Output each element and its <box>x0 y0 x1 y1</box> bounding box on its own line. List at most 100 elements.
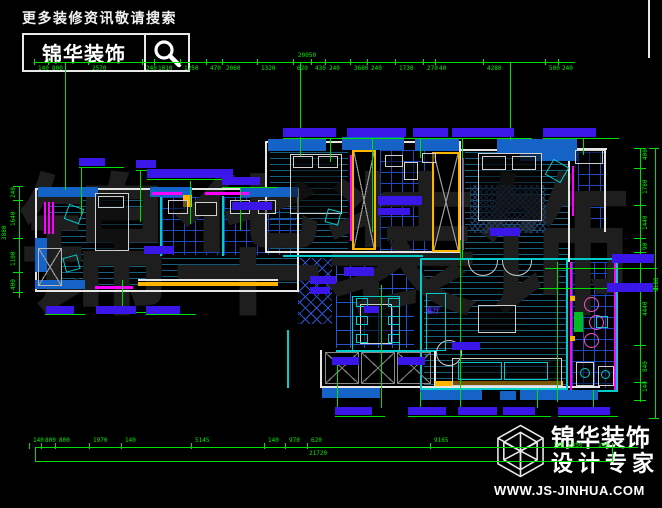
label-bar <box>344 267 374 276</box>
dimension-label: 1100 <box>10 252 17 266</box>
dimension-label: 500 <box>549 65 560 72</box>
green-dimension-line <box>330 139 331 162</box>
dimension-tick <box>222 59 223 65</box>
green-dimension-line <box>408 416 463 417</box>
dimension-label: 9165 <box>434 437 448 444</box>
dimension-label: 9180 <box>653 278 660 292</box>
label-bar <box>398 357 425 365</box>
wall-line-cyan <box>287 330 289 388</box>
dimension-label: 3680 <box>354 65 368 72</box>
green-dimension-line <box>381 285 382 408</box>
dimension-label: 1010 <box>158 65 172 72</box>
green-dimension-line <box>140 171 141 222</box>
dimension-label: 1780 <box>642 180 649 194</box>
magnifier-icon <box>146 38 188 68</box>
dimension-label: 800 <box>45 437 56 444</box>
dimension-tick <box>307 443 308 449</box>
green-dimension-line <box>283 138 353 139</box>
dimension-tick <box>634 252 646 253</box>
furniture-outline-cyan <box>388 316 400 325</box>
wall-line <box>138 279 278 281</box>
wall-fill <box>520 390 598 400</box>
green-dimension-line <box>640 148 641 402</box>
dimension-label: 140 <box>642 381 649 392</box>
wall-line <box>648 0 650 58</box>
dimension-tick <box>257 59 258 65</box>
label-bar <box>147 169 233 178</box>
dimension-label: 240 <box>329 65 340 72</box>
dimension-label: 2060 <box>226 65 240 72</box>
label-bar <box>222 177 260 185</box>
wall-fill <box>268 139 326 151</box>
label-bar <box>283 128 336 137</box>
dimension-tick <box>649 148 659 149</box>
label-bar <box>452 342 480 350</box>
wall-line-cyan <box>570 258 618 260</box>
wall-line-cyan <box>283 255 423 257</box>
green-dimension-line <box>146 314 196 315</box>
dimension-tick <box>395 59 396 65</box>
furniture-outline-cyan <box>388 334 400 343</box>
wall-fill <box>500 391 516 400</box>
green-dimension-line <box>583 139 584 155</box>
furniture-outline <box>422 153 436 163</box>
dimension-label: 970 <box>289 437 300 444</box>
dimension-tick <box>191 443 192 449</box>
wardrobe-x <box>38 248 62 286</box>
green-dimension-line <box>79 167 124 168</box>
dimension-tick <box>121 443 122 449</box>
green-dimension-line <box>300 63 301 156</box>
green-dimension-line <box>612 443 613 462</box>
dimension-label: 5145 <box>195 437 209 444</box>
green-dimension-line <box>19 186 20 298</box>
dimension-label: 270 <box>427 65 438 72</box>
green-dimension-line <box>420 392 421 408</box>
wall-line <box>265 141 267 253</box>
dimension-tick <box>293 59 294 65</box>
furniture-outline-cyan <box>458 362 502 380</box>
dimension-label: 1640 <box>10 212 17 226</box>
dimension-tick <box>88 59 89 65</box>
green-dimension-line <box>537 390 538 408</box>
search-tagline: 更多装修资讯敬请搜索 <box>22 8 190 28</box>
label-bar <box>378 196 422 205</box>
green-dimension-line <box>222 187 278 188</box>
wall-line <box>604 150 606 232</box>
balcony-chair <box>584 333 599 348</box>
magenta-accent <box>205 192 249 195</box>
dimension-label: 140 <box>268 437 279 444</box>
green-dimension-line <box>420 139 421 158</box>
label-bar <box>503 407 535 415</box>
dimension-label: 400 <box>10 279 17 290</box>
furniture-outline-cyan <box>426 293 446 351</box>
footer-logo-block: 锦华装饰 设计专家 WWW.JS-JINHUA.COM <box>494 422 659 498</box>
label-bar <box>310 287 330 294</box>
plant-fill <box>574 312 583 332</box>
label-bar <box>146 306 180 314</box>
cube-logo-icon <box>494 422 547 480</box>
wall-fill <box>415 139 459 151</box>
furniture-outline <box>512 156 536 170</box>
furniture-outline <box>318 156 338 168</box>
wall-fill <box>38 187 98 197</box>
dimension-tick <box>634 205 646 206</box>
dimension-label: 20050 <box>298 52 316 59</box>
window-sill <box>138 282 278 286</box>
dimension-tick <box>89 443 90 449</box>
dimension-label: 140 <box>38 65 49 72</box>
dimension-tick <box>634 345 646 346</box>
dimension-tick <box>545 59 546 65</box>
dimension-label: 1730 <box>399 65 413 72</box>
green-dimension-line <box>460 240 461 408</box>
green-dimension-line <box>45 314 85 315</box>
furniture-outline <box>293 156 313 168</box>
dimension-label: 1970 <box>93 437 107 444</box>
label-bar <box>490 228 520 236</box>
dimension-label: 840 <box>642 361 649 372</box>
wall-line <box>320 350 322 388</box>
green-dimension-line <box>347 138 423 139</box>
dimension-label: 1350 <box>568 442 582 449</box>
label-bar <box>558 407 610 415</box>
label-bar <box>347 128 406 137</box>
dimension-tick <box>649 418 659 419</box>
